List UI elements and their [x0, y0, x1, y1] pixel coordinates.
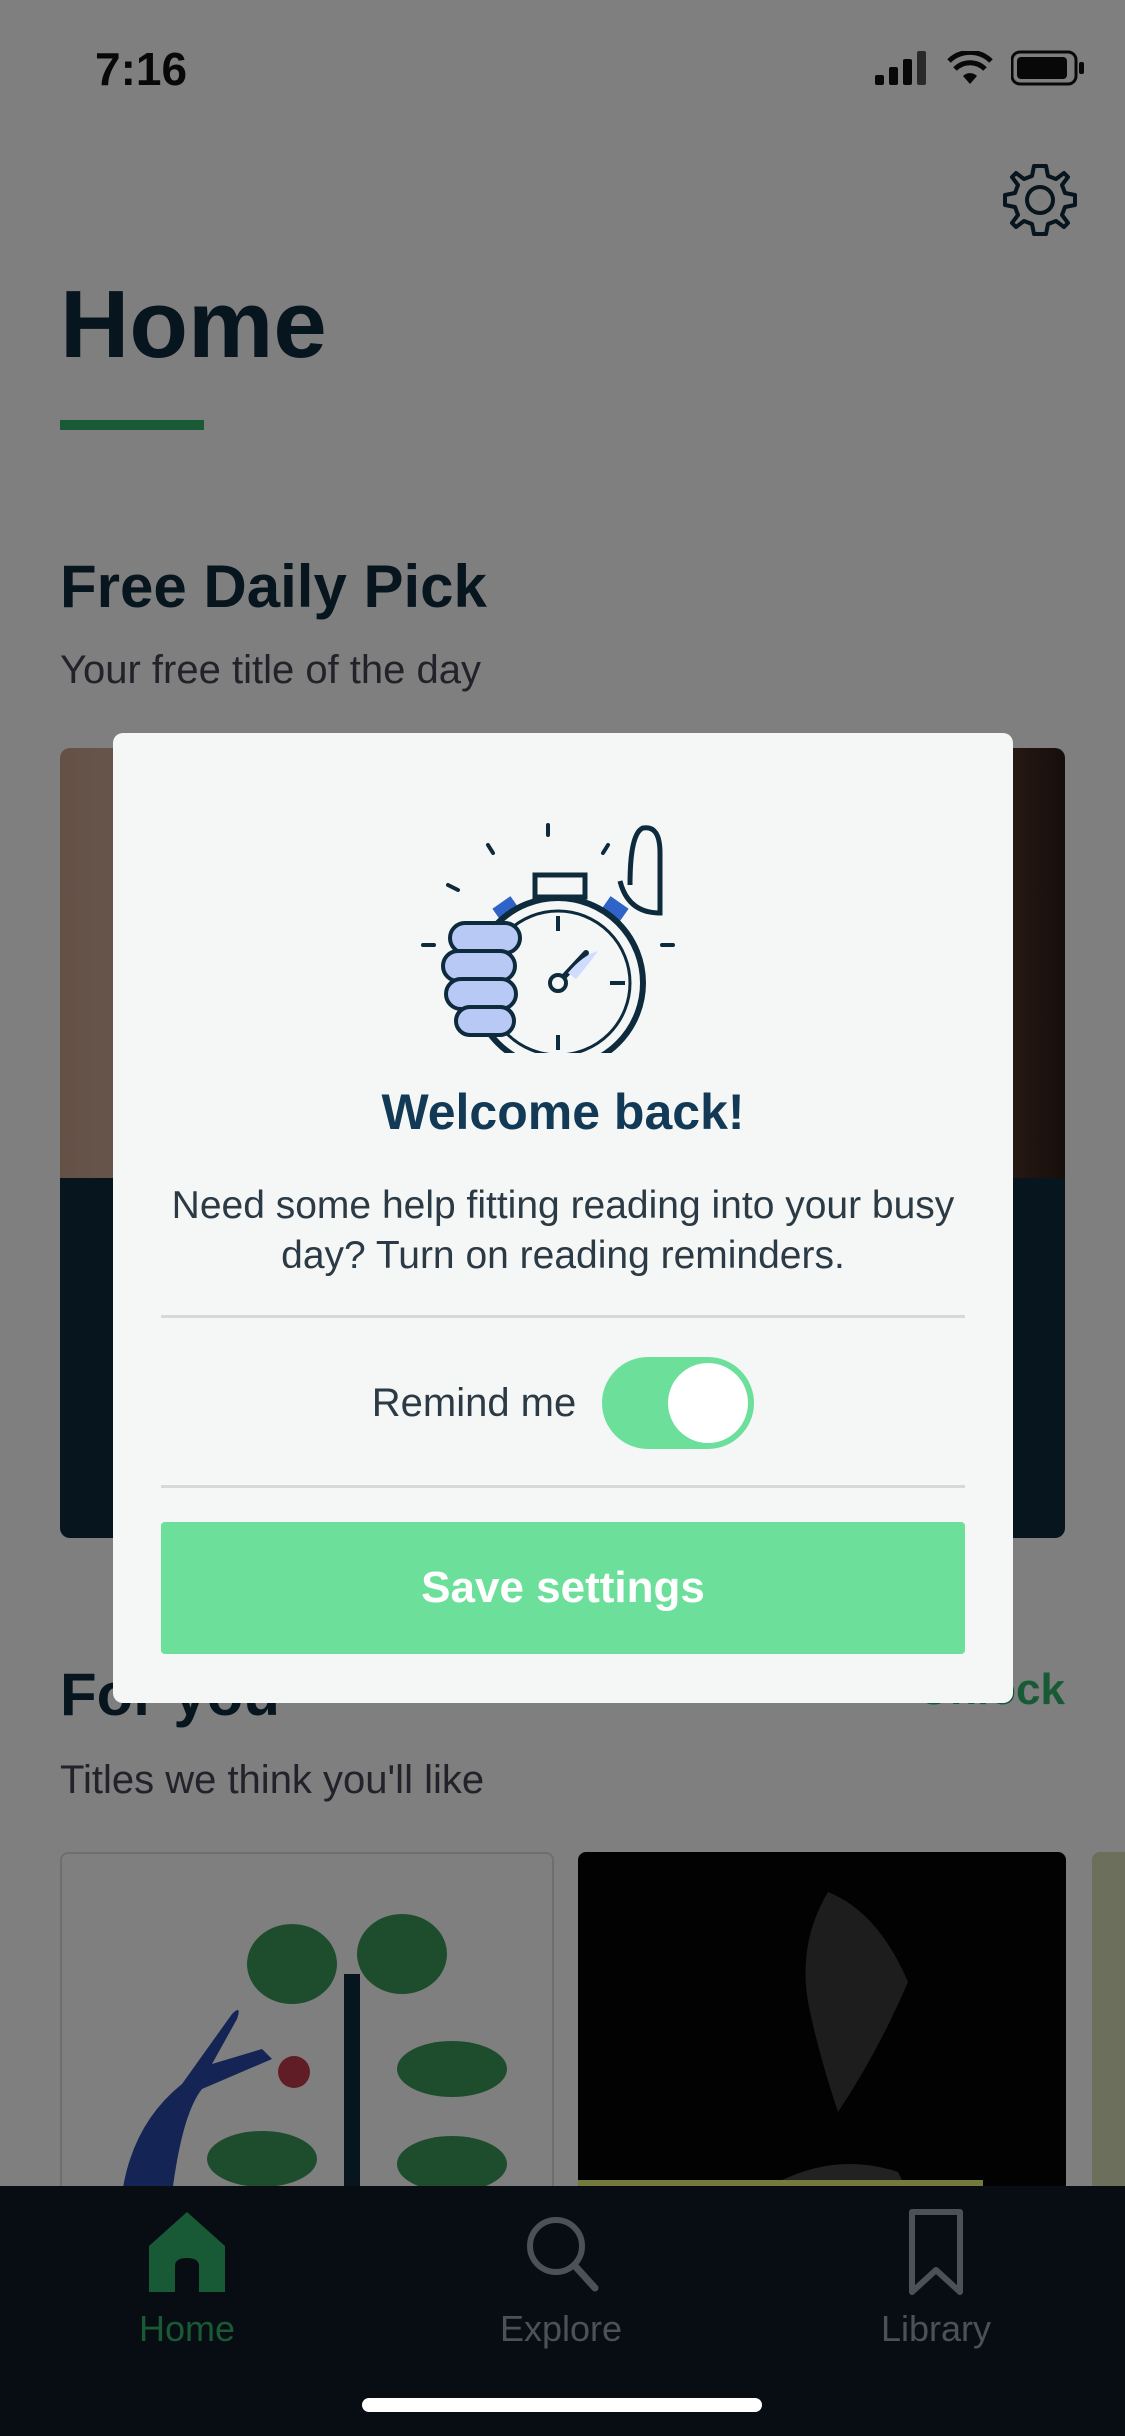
remind-toggle[interactable]	[602, 1357, 755, 1449]
home-indicator[interactable]	[362, 2398, 762, 2412]
save-settings-button[interactable]: Save settings	[161, 1522, 965, 1654]
divider	[161, 1485, 965, 1488]
reminder-modal: Welcome back! Need some help fitting rea…	[113, 733, 1013, 1703]
toggle-knob	[668, 1363, 749, 1443]
modal-body-text: Need some help fitting reading into your…	[171, 1184, 955, 1277]
modal-title: Welcome back!	[381, 1084, 745, 1140]
remind-label: Remind me	[371, 1380, 577, 1425]
remind-row: Remind me	[113, 1353, 1013, 1453]
stopwatch-hand-icon	[421, 823, 675, 1053]
divider	[161, 1315, 965, 1318]
